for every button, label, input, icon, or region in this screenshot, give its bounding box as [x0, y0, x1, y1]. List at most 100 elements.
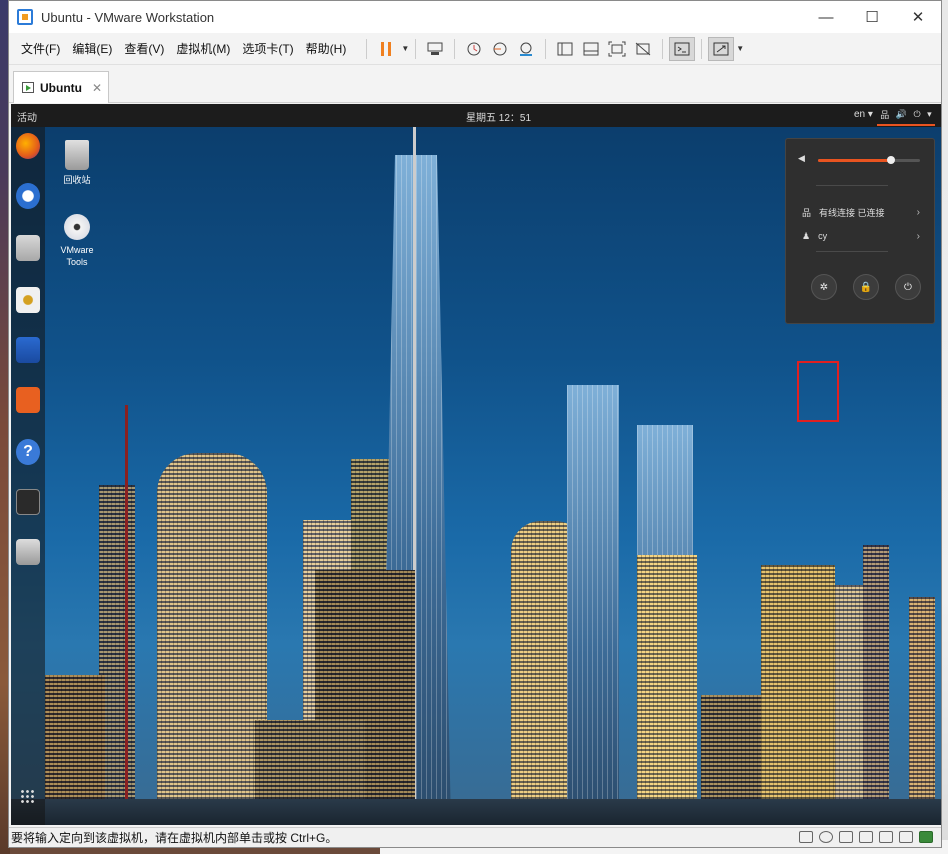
vm-tab-icon [22, 82, 34, 93]
revert-icon [493, 42, 507, 55]
desktop-icon-label: 回收站 [63, 175, 91, 185]
skyline-building [863, 545, 889, 825]
tab-close-icon[interactable]: ✕ [92, 81, 102, 95]
network-adapter-icon[interactable] [839, 831, 853, 843]
display-icon[interactable] [899, 831, 913, 843]
revert-snapshot-button[interactable] [487, 37, 513, 61]
desktop-icon-trash[interactable]: 回收站 [57, 140, 97, 186]
stretch-guest-button[interactable] [708, 36, 735, 61]
river [11, 799, 941, 825]
chevron-down-icon: ▾ [927, 108, 932, 119]
vmware-window: Ubuntu - VMware Workstation — ☐ ✕ 文件(F) … [8, 0, 942, 848]
show-library-button[interactable] [552, 37, 578, 61]
volume-level [818, 159, 892, 162]
crane [125, 405, 128, 825]
desktop-icon-label: VMware Tools [60, 245, 94, 267]
console-icon [674, 42, 690, 55]
ubuntu-dock: ? [11, 127, 45, 825]
network-wired-icon: 品 [802, 207, 812, 218]
hard-disk-icon[interactable] [799, 831, 813, 843]
power-off-button[interactable]: ⏻ [895, 274, 921, 300]
thumbnail-icon [583, 42, 599, 55]
clock[interactable]: 星期五 12：51 [466, 109, 531, 124]
power-icon: ⏻ [904, 281, 912, 293]
user-name: cy [818, 231, 828, 241]
writer-icon[interactable] [16, 337, 40, 363]
guest-display[interactable]: 活动 星期五 12：51 en ▾ 品 🔊 ⏻ ▾ ? 回收站 VMware T… [11, 104, 941, 825]
fullscreen-icon [608, 41, 626, 56]
software-icon[interactable] [16, 387, 40, 413]
terminal-icon[interactable] [16, 489, 40, 515]
console-view-button[interactable] [669, 36, 696, 61]
settings-icon: ✲ [819, 281, 829, 293]
menu-help[interactable]: 帮助(H) [300, 40, 353, 57]
status-bar: 要将输入定向到该虚拟机，请在虚拟机内部单击或按 Ctrl+G。 [9, 827, 941, 847]
unity-button[interactable] [630, 37, 656, 61]
desktop-icon-vmware-tools[interactable]: VMware Tools [57, 214, 97, 268]
menu-edit[interactable]: 编辑(E) [66, 40, 118, 57]
full-screen-button[interactable] [604, 37, 630, 61]
divider [816, 251, 888, 252]
toolbar: ▼ ▼ [360, 36, 744, 61]
skyline-building [637, 555, 697, 825]
wired-status: 有线连接 已连接 [819, 207, 885, 218]
rhythmbox-icon[interactable] [16, 287, 40, 313]
window-title: Ubuntu - VMware Workstation [41, 9, 215, 25]
menu-tabs[interactable]: 选项卡(T) [236, 40, 299, 57]
vmware-logo-icon [17, 9, 33, 25]
menu-vm[interactable]: 虚拟机(M) [170, 40, 236, 57]
printer-icon[interactable] [879, 831, 893, 843]
activities-button[interactable]: 活动 [17, 109, 37, 124]
cd-dvd-icon[interactable] [819, 831, 833, 843]
network-icon: 品 [880, 109, 890, 120]
settings-button[interactable]: ✲ [811, 274, 837, 300]
tab-label: Ubuntu [40, 80, 82, 95]
menu-view[interactable]: 查看(V) [118, 40, 170, 57]
sidebar-icon [557, 42, 573, 55]
system-status-area[interactable]: 品 🔊 ⏻ ▾ [877, 104, 935, 126]
send-ctrl-alt-del-button[interactable] [422, 37, 448, 61]
close-button[interactable]: ✕ [895, 1, 941, 33]
tab-ubuntu[interactable]: Ubuntu ✕ [13, 71, 109, 103]
chevron-right-icon: › [916, 230, 920, 242]
menu-bar: 文件(F) 编辑(E) 查看(V) 虚拟机(M) 选项卡(T) 帮助(H) ▼ [9, 33, 941, 65]
pause-icon [381, 41, 392, 56]
trash-icon [65, 140, 89, 170]
help-icon[interactable]: ? [16, 439, 40, 465]
snapshot-manager-button[interactable] [513, 37, 539, 61]
user-item[interactable]: ♟ cy › [802, 229, 920, 243]
menu-file[interactable]: 文件(F) [15, 40, 66, 57]
snapshot-button[interactable] [461, 37, 487, 61]
divider [816, 185, 888, 186]
thunderbird-icon[interactable] [16, 183, 40, 209]
skyline-building [567, 385, 619, 825]
chevron-right-icon: › [916, 206, 920, 218]
dvd-drive-icon[interactable] [16, 539, 40, 565]
stretch-dropdown-icon[interactable]: ▼ [736, 44, 744, 53]
lock-button[interactable]: 🔒 [853, 274, 879, 300]
pause-button[interactable] [373, 37, 399, 61]
volume-slider[interactable]: ◀ [798, 153, 926, 167]
red-highlight-box [797, 361, 839, 422]
files-icon[interactable] [16, 235, 40, 261]
unity-icon [635, 42, 651, 55]
skyline-building [835, 585, 865, 825]
gnome-top-bar: 活动 星期五 12：51 en ▾ 品 🔊 ⏻ ▾ [11, 104, 941, 127]
minimize-button[interactable]: — [803, 1, 849, 33]
thumbnail-bar-button[interactable] [578, 37, 604, 61]
pause-dropdown-icon[interactable]: ▼ [401, 44, 409, 53]
wired-connection-item[interactable]: 品 有线连接 已连接 › [802, 205, 920, 219]
firefox-icon[interactable] [16, 133, 40, 159]
title-bar: Ubuntu - VMware Workstation — ☐ ✕ [9, 1, 941, 33]
message-icon[interactable] [919, 831, 933, 843]
volume-track [818, 156, 920, 164]
stretch-icon [713, 42, 729, 55]
show-applications-icon[interactable] [20, 789, 34, 803]
lock-icon: 🔒 [859, 281, 873, 293]
usb-icon[interactable] [859, 831, 873, 843]
maximize-button[interactable]: ☐ [849, 1, 895, 33]
volume-icon: 🔊 [895, 108, 907, 119]
status-message: 要将输入定向到该虚拟机，请在虚拟机内部单击或按 Ctrl+G。 [11, 831, 338, 845]
input-language[interactable]: en ▾ [854, 109, 873, 120]
volume-knob[interactable] [887, 156, 896, 164]
